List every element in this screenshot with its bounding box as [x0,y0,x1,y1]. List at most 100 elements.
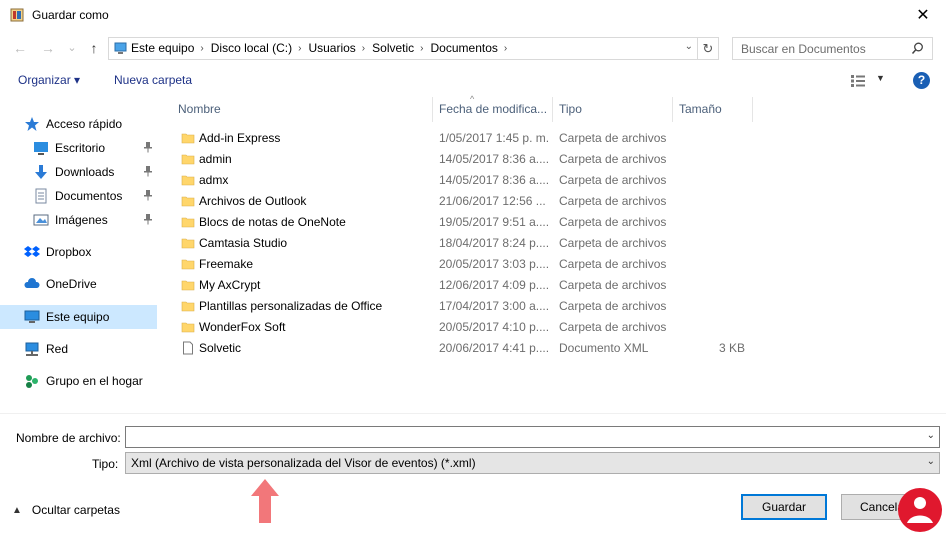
file-date: 14/05/2017 8:36 a.... [439,152,550,166]
view-options-icon[interactable] [850,74,866,88]
file-name: WonderFox Soft [199,320,286,334]
sidebar-item-label: Imágenes [55,213,108,227]
organize-button[interactable]: Organizar ▾ [18,73,80,87]
save-button[interactable]: Guardar [741,494,827,520]
sidebar-item-imágenes[interactable]: Imágenes [0,208,157,232]
star-icon [24,116,40,132]
filetype-dropdown-icon[interactable]: ⌄ [927,456,935,467]
filetype-select[interactable]: Xml (Archivo de vista personalizada del … [125,452,940,474]
sidebar-item-label: Dropbox [46,245,92,259]
recent-locations-button[interactable]: ⌄ [62,37,82,59]
app-icon [10,8,24,22]
column-header-type[interactable]: Tipo [553,97,673,122]
file-name: Camtasia Studio [199,236,288,250]
divider [0,413,946,414]
file-row[interactable]: My AxCrypt 12/06/2017 4:09 p.... Carpeta d… [172,275,772,296]
file-name: Archivos de Outlook [199,194,307,208]
breadcrumb-item[interactable]: Este equipo [131,41,194,55]
sidebar-item-label: Acceso rápido [46,117,123,131]
sidebar-item-onedrive[interactable]: OneDrive [0,272,157,296]
dropbox-icon [24,244,40,260]
search-box[interactable]: Buscar en Documentos [732,37,933,60]
sidebar-item-red[interactable]: Red [0,337,157,361]
file-date: 18/04/2017 8:24 p.... [439,236,550,250]
chevron-right-icon[interactable]: › [362,43,365,54]
back-button[interactable]: ← [10,37,30,59]
desktop-icon [33,140,49,156]
file-row[interactable]: Archivos de Outlook 21/06/2017 12:56 ... C… [172,191,772,212]
address-dropdown-icon[interactable]: ⌄ [685,41,693,52]
file-type: Carpeta de archivos [559,173,667,187]
download-icon [33,164,49,180]
help-button[interactable]: ? [913,72,930,89]
pin-icon[interactable] [143,189,153,204]
folder-icon [181,257,195,271]
breadcrumb-item[interactable]: Documentos [431,41,498,55]
view-dropdown-icon[interactable]: ▼ [876,73,885,83]
forward-button[interactable]: → [38,37,58,59]
title-bar: Guardar como ✕ [0,0,946,31]
file-row[interactable]: Add-in Express 1/05/2017 1:45 p. m. Carpet… [172,128,772,149]
file-row[interactable]: Blocs de notas de OneNote 19/05/2017 9:51… [172,212,772,233]
breadcrumb-item[interactable]: Usuarios [308,41,355,55]
column-header-size[interactable]: Tamaño [673,97,753,122]
sidebar-item-label: OneDrive [46,277,97,291]
hide-folders-button[interactable]: ▲ Ocultar carpetas [12,503,120,517]
folder-icon [181,173,195,187]
file-row[interactable]: Plantillas personalizadas de Office 17/04… [172,296,772,317]
file-date: 17/04/2017 3:00 a.... [439,299,550,313]
sidebar-item-acceso-rápido[interactable]: Acceso rápido [0,112,157,136]
chevron-right-icon[interactable]: › [298,43,301,54]
address-bar[interactable]: Este equipo › Disco local (C:) › Usuarios › So… [108,37,698,60]
pin-icon[interactable] [143,165,153,180]
filename-input[interactable]: ⌄ [125,426,940,448]
sidebar-item-grupo-en-el-hogar[interactable]: Grupo en el hogar [0,369,157,393]
file-row[interactable]: admx 14/05/2017 8:36 a.... Carpeta de arch… [172,170,772,191]
navigation-pane: Acceso rápido Escritorio Downloads Document… [0,112,158,412]
file-type: Carpeta de archivos [559,320,667,334]
sidebar-item-label: Downloads [55,165,115,179]
column-header-name[interactable]: Nombre [172,97,433,122]
folder-icon [181,215,195,229]
close-button[interactable]: ✕ [900,0,946,31]
pin-icon[interactable] [143,141,153,156]
sidebar-item-downloads[interactable]: Downloads [0,160,157,184]
sidebar-item-documentos[interactable]: Documentos [0,184,157,208]
file-name: My AxCrypt [199,278,261,292]
sidebar-item-este-equipo[interactable]: Este equipo [0,305,157,329]
search-icon[interactable] [911,42,924,55]
search-input[interactable]: Buscar en Documentos [741,42,866,56]
sidebar-item-escritorio[interactable]: Escritorio [0,136,157,160]
file-row[interactable]: WonderFox Soft 20/05/2017 4:10 p.... Carpe… [172,317,772,338]
file-date: 14/05/2017 8:36 a.... [439,173,550,187]
filename-label: Nombre de archivo: [16,431,121,445]
network-icon [24,341,40,357]
pin-icon[interactable] [143,213,153,228]
sidebar-item-label: Documentos [55,189,123,203]
sidebar-item-label: Este equipo [46,310,110,324]
file-type: Documento XML [559,341,649,355]
column-headers: ^ Nombre Fecha de modifica... Tipo Tamañ… [172,94,772,122]
breadcrumb-item[interactable]: Disco local (C:) [211,41,292,55]
file-row[interactable]: Freemake 20/05/2017 3:03 p.... Carpeta de … [172,254,772,275]
chevron-right-icon[interactable]: › [504,43,507,54]
new-folder-button[interactable]: Nueva carpeta [114,73,192,87]
refresh-button[interactable]: ↻ [698,37,719,60]
folder-icon [181,152,195,166]
chevron-right-icon[interactable]: › [420,43,423,54]
file-row[interactable]: Camtasia Studio 18/04/2017 8:24 p.... Carp… [172,233,772,254]
sidebar-item-dropbox[interactable]: Dropbox [0,240,157,264]
file-row[interactable]: admin 14/05/2017 8:36 a.... Carpeta de arc… [172,149,772,170]
file-type: Carpeta de archivos [559,278,667,292]
filename-dropdown-icon[interactable]: ⌄ [927,430,935,441]
folder-icon [181,320,195,334]
breadcrumb-item[interactable]: Solvetic [372,41,414,55]
file-date: 20/05/2017 3:03 p.... [439,257,550,271]
up-button[interactable]: ↑ [84,37,104,59]
window-title: Guardar como [32,8,109,22]
file-row[interactable]: Solvetic 20/06/2017 4:41 p.... Documento X… [172,338,772,359]
file-date: 20/06/2017 4:41 p.... [439,341,550,355]
column-header-date[interactable]: Fecha de modifica... [433,97,553,122]
chevron-right-icon[interactable]: › [200,43,203,54]
homegroup-icon [24,373,40,389]
